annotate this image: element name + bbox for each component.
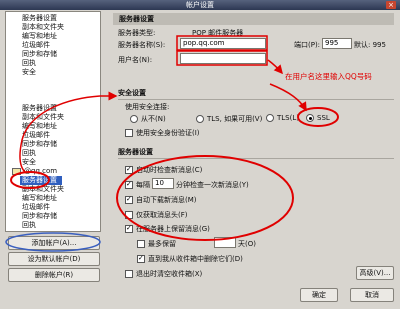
checkbox[interactable] [125, 180, 133, 189]
secure-auth-checkbox[interactable]: 使用安全身份验证(I) [125, 128, 200, 138]
check-interval-suffix: 分钟检查一次新消息(Y) [176, 181, 249, 189]
checkbox-label: 直到我从收件箱中删除它们(D) [148, 255, 243, 263]
tree-item[interactable]: 编写和地址 [6, 32, 100, 41]
checkbox[interactable] [125, 211, 133, 219]
checkbox-label: 启动时检查新消息(C) [136, 166, 203, 174]
server-name-input[interactable] [180, 38, 266, 49]
checkbox-label: 退出时清空收件箱(X) [136, 270, 203, 278]
tree-group: 服务器设置 副本和文件夹 编写和地址 垃圾邮件 同步和存储 回执 安全 [6, 104, 100, 167]
checkbox[interactable] [125, 165, 133, 174]
username-label: 用户名(N): [118, 56, 153, 64]
default-port-text: 默认: 995 [354, 41, 386, 49]
checkbox-label: 每隔 [136, 181, 150, 189]
checkbox[interactable] [125, 224, 133, 233]
tree-item[interactable]: 副本和文件夹 [6, 113, 100, 122]
tree-item[interactable]: 同步和存储 [6, 212, 100, 221]
tree-item[interactable]: 服务器设置 [6, 104, 100, 113]
mail-account-icon [12, 167, 21, 175]
checkbox[interactable] [125, 195, 133, 204]
add-account-button[interactable]: 添加帐户(A)... [8, 236, 100, 250]
check-on-startup-checkbox[interactable]: 启动时检查新消息(C) [125, 165, 202, 175]
checkbox[interactable] [137, 240, 145, 248]
tree-item[interactable]: 回执 [6, 221, 100, 230]
tree-item[interactable]: 安全 [6, 158, 100, 167]
tree-item[interactable]: 回执 [6, 149, 100, 158]
radio-label: TLS(L) [277, 114, 299, 122]
auto-download-checkbox[interactable]: 自动下载新消息(M) [125, 195, 197, 205]
radio-label: 从不(N) [141, 115, 166, 123]
tree-group: @qq.com 服务器设置 副本和文件夹 编写和地址 垃圾邮件 同步和存储 回执 [6, 167, 100, 230]
tree-item[interactable]: 服务器设置 [6, 14, 100, 23]
tree-item[interactable]: 编写和地址 [6, 194, 100, 203]
until-deleted-checkbox[interactable]: 直到我从收件箱中删除它们(D) [137, 254, 243, 264]
server-type-label: 服务器类型: [118, 29, 156, 37]
check-every-checkbox[interactable]: 每隔 [125, 180, 150, 190]
headers-only-checkbox[interactable]: 仅获取消息头(F) [125, 210, 188, 220]
tree-item[interactable]: 同步和存储 [6, 140, 100, 149]
tree-item[interactable]: 回执 [6, 59, 100, 68]
tree-group: 服务器设置 副本和文件夹 编写和地址 垃圾邮件 同步和存储 回执 安全 [6, 14, 100, 77]
security-section-title: 安全设置 [118, 88, 394, 100]
remove-account-button[interactable]: 删除帐户(R) [8, 268, 100, 282]
window-title: 帐户设置 [186, 1, 214, 9]
tree-item[interactable]: 垃圾邮件 [6, 131, 100, 140]
checkbox[interactable] [125, 270, 133, 278]
radio-label: TLS, 如果可用(V) [207, 115, 263, 123]
checkbox-label: 仅获取消息头(F) [136, 211, 188, 219]
checkbox[interactable] [125, 129, 133, 137]
check-interval-input[interactable] [152, 178, 174, 189]
tree-item[interactable]: 垃圾邮件 [6, 203, 100, 212]
checkbox-label: 最多保留 [148, 240, 176, 248]
checkbox-label: 在服务器上保留消息(G) [136, 225, 210, 233]
radio-never[interactable]: 从不(N) [130, 114, 166, 124]
tree-item[interactable]: 副本和文件夹 [6, 23, 100, 32]
keep-days-suffix: 天(O) [238, 240, 256, 248]
tree-item[interactable]: 安全 [6, 68, 100, 77]
cancel-button[interactable]: 取消 [350, 288, 394, 302]
tree-item[interactable]: 编写和地址 [6, 122, 100, 131]
tree-item[interactable]: 垃圾邮件 [6, 41, 100, 50]
checkbox-label: 自动下载新消息(M) [136, 196, 197, 204]
port-label: 端口(P): [294, 41, 321, 49]
server-name-label: 服务器名称(S): [118, 41, 166, 49]
empty-on-exit-checkbox[interactable]: 退出时清空收件箱(X) [125, 269, 202, 279]
close-icon[interactable]: × [386, 1, 396, 9]
radio-button[interactable] [266, 114, 274, 122]
leave-on-server-checkbox[interactable]: 在服务器上保留消息(G) [125, 224, 210, 234]
annotation-note: 在用户名这里输入QQ号码 [285, 72, 372, 81]
keep-days-checkbox[interactable]: 最多保留 [137, 239, 176, 249]
account-tree[interactable]: 服务器设置 副本和文件夹 编写和地址 垃圾邮件 同步和存储 回执 安全 服务器设置 副本和文件夹… [5, 11, 101, 232]
ok-button[interactable]: 确定 [300, 288, 338, 302]
set-default-account-button[interactable]: 设为默认帐户(D) [8, 252, 100, 266]
radio-tls[interactable]: TLS(L) [266, 114, 299, 122]
tree-account-label: @qq.com [24, 167, 58, 175]
tree-item[interactable]: 服务器设置 [20, 176, 62, 185]
title-bar: 帐户设置 × [0, 0, 400, 10]
username-input[interactable] [180, 53, 266, 64]
tree-account[interactable]: @qq.com [6, 167, 100, 176]
server-type-value: POP 邮件服务器 [192, 29, 244, 37]
tree-item[interactable]: 同步和存储 [6, 50, 100, 59]
radio-button[interactable] [196, 115, 204, 123]
server-settings-section-title: 服务器设置 [118, 147, 394, 159]
secure-connection-label: 使用安全连接: [125, 103, 170, 111]
keep-days-input[interactable] [214, 237, 236, 248]
radio-label: SSL [317, 114, 330, 122]
advanced-button[interactable]: 高级(V)... [356, 266, 394, 280]
panel-title: 服务器设置 [113, 13, 394, 25]
radio-ssl[interactable]: SSL [306, 114, 330, 122]
radio-button[interactable] [130, 115, 138, 123]
radio-tls-if-available[interactable]: TLS, 如果可用(V) [196, 114, 262, 124]
checkbox[interactable] [137, 254, 145, 263]
radio-button[interactable] [306, 114, 314, 122]
port-input[interactable] [322, 38, 352, 49]
arrow-to-note [267, 59, 283, 75]
tree-item[interactable]: 副本和文件夹 [6, 185, 100, 194]
checkbox-label: 使用安全身份验证(I) [136, 129, 200, 137]
